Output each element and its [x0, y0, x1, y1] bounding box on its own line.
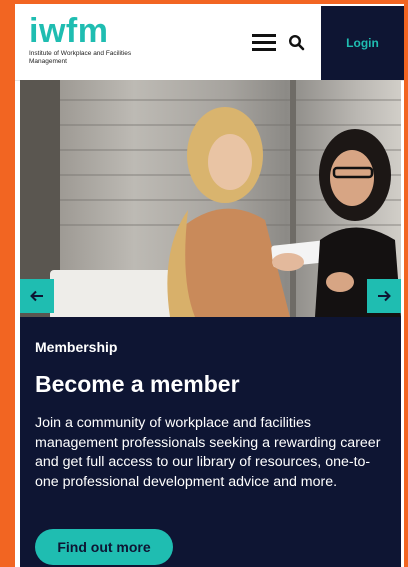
logo[interactable]: iwfm Institute of Workplace and Faciliti…: [29, 12, 139, 66]
hero-image: [20, 80, 401, 317]
site-header: iwfm Institute of Workplace and Faciliti…: [15, 4, 404, 81]
page-title: Become a member: [35, 371, 240, 397]
search-button[interactable]: [288, 34, 306, 52]
page-frame: iwfm Institute of Workplace and Faciliti…: [15, 4, 404, 567]
description: Join a community of workplace and facili…: [35, 415, 381, 490]
section-eyebrow: Membership: [35, 339, 118, 355]
carousel-prev-button[interactable]: [20, 279, 54, 313]
membership-panel: Membership Become a member Join a commun…: [20, 317, 401, 567]
search-icon: [288, 34, 305, 51]
logo-subtitle: Institute of Workplace and Facilities Ma…: [29, 50, 132, 65]
menu-button[interactable]: [252, 34, 276, 52]
logo-wordmark: iwfm: [29, 12, 109, 50]
arrow-left-icon: [30, 290, 43, 302]
carousel-next-button[interactable]: [367, 279, 401, 313]
login-button[interactable]: Login: [321, 6, 404, 80]
find-out-more-button[interactable]: Find out more: [35, 529, 173, 565]
hero-carousel: [20, 80, 401, 317]
hamburger-icon: [252, 34, 276, 37]
arrow-right-icon: [378, 290, 391, 302]
